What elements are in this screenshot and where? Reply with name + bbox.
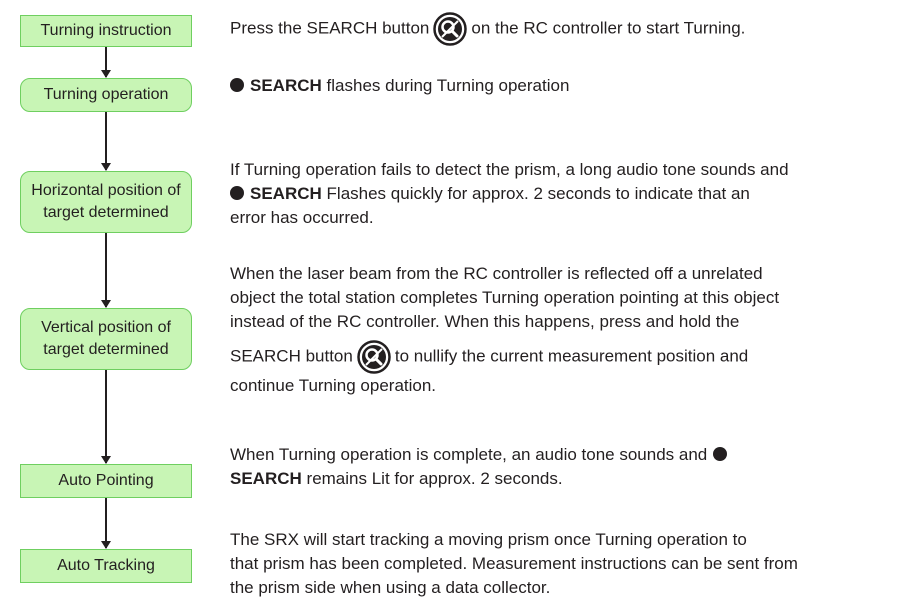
text-segment: Press the SEARCH button — [230, 18, 430, 38]
text-segment: When Turning operation is complete, an a… — [230, 445, 708, 464]
paragraph-line: When Turning operation is complete, an a… — [230, 443, 910, 467]
bullet-dot-icon — [230, 186, 244, 200]
paragraph-line: When the laser beam from the RC controll… — [230, 264, 763, 283]
paragraph-detection-failure: If Turning operation fails to detect the… — [230, 158, 910, 230]
flow-step-turning-instruction: Turning instruction — [20, 15, 192, 47]
flow-step-label: Auto Tracking — [57, 557, 155, 574]
paragraph-line: object the total station completes Turni… — [230, 288, 780, 307]
bullet-dot-icon — [230, 78, 244, 92]
paragraph-line: error has occurred. — [230, 208, 374, 227]
paragraph-start-turning: Press the SEARCH button on the RC control… — [230, 12, 910, 46]
text-segment: flashes during Turning operation — [326, 76, 570, 95]
paragraph-line: Press the SEARCH button on the RC control… — [230, 12, 910, 46]
paragraph-laser-reflection: When the laser beam from the RC controll… — [230, 262, 910, 398]
flow-step-label: Turning instruction — [40, 22, 172, 39]
flow-step-turning-operation: Turning operation — [20, 78, 192, 112]
paragraph-tracking: The SRX will start tracking a moving pri… — [230, 528, 910, 600]
search-button-icon — [357, 340, 391, 374]
text-segment: Flashes quickly for approx. 2 seconds to… — [326, 184, 750, 203]
paragraph-line: the prism side when using a data collect… — [230, 578, 551, 597]
search-button-icon — [433, 12, 468, 46]
paragraph-line: instead of the RC controller. When this … — [230, 312, 740, 331]
search-keyword: SEARCH — [230, 469, 302, 488]
paragraph-line: continue Turning operation. — [230, 376, 437, 395]
paragraph-line: SEARCH flashes during Turning operation — [230, 74, 910, 98]
paragraph-line: If Turning operation fails to detect the… — [230, 160, 789, 179]
text-segment: SEARCH button — [230, 346, 353, 366]
flow-step-label: Vertical position of target determined — [41, 319, 171, 358]
paragraph-line: SEARCH remains Lit for approx. 2 seconds… — [230, 467, 910, 491]
flow-arrow — [101, 112, 111, 171]
flow-step-horizontal-position: Horizontal position of target determined — [20, 171, 192, 233]
flow-step-auto-pointing: Auto Pointing — [20, 464, 192, 498]
text-segment: on the RC controller to start Turning. — [471, 18, 746, 38]
flow-arrow — [101, 370, 111, 464]
text-segment: to nullify the current measurement posit… — [394, 346, 749, 366]
text-segment: remains Lit for approx. 2 seconds. — [306, 469, 563, 488]
search-keyword: SEARCH — [250, 76, 322, 95]
flow-step-auto-tracking: Auto Tracking — [20, 549, 192, 583]
flow-arrow — [101, 233, 111, 308]
paragraph-search-flashes: SEARCH flashes during Turning operation — [230, 74, 910, 98]
paragraph-turning-complete: When Turning operation is complete, an a… — [230, 443, 910, 491]
flow-step-label: Turning operation — [43, 86, 169, 103]
bullet-dot-icon — [713, 447, 728, 461]
search-keyword: SEARCH — [250, 184, 322, 203]
flow-arrow — [101, 47, 111, 78]
paragraph-line: SEARCH button to nullify the current meas… — [230, 340, 910, 374]
flow-step-label: Auto Pointing — [58, 472, 154, 489]
paragraph-line: that prism has been completed. Measureme… — [230, 554, 798, 573]
flow-step-label: Horizontal position of target determined — [31, 182, 181, 221]
flow-arrow — [101, 498, 111, 549]
flow-step-vertical-position: Vertical position of target determined — [20, 308, 192, 370]
paragraph-line: The SRX will start tracking a moving pri… — [230, 530, 747, 549]
page: Turning instruction Turning operation Ho… — [0, 0, 919, 608]
paragraph-line: SEARCH Flashes quickly for approx. 2 sec… — [230, 182, 910, 206]
